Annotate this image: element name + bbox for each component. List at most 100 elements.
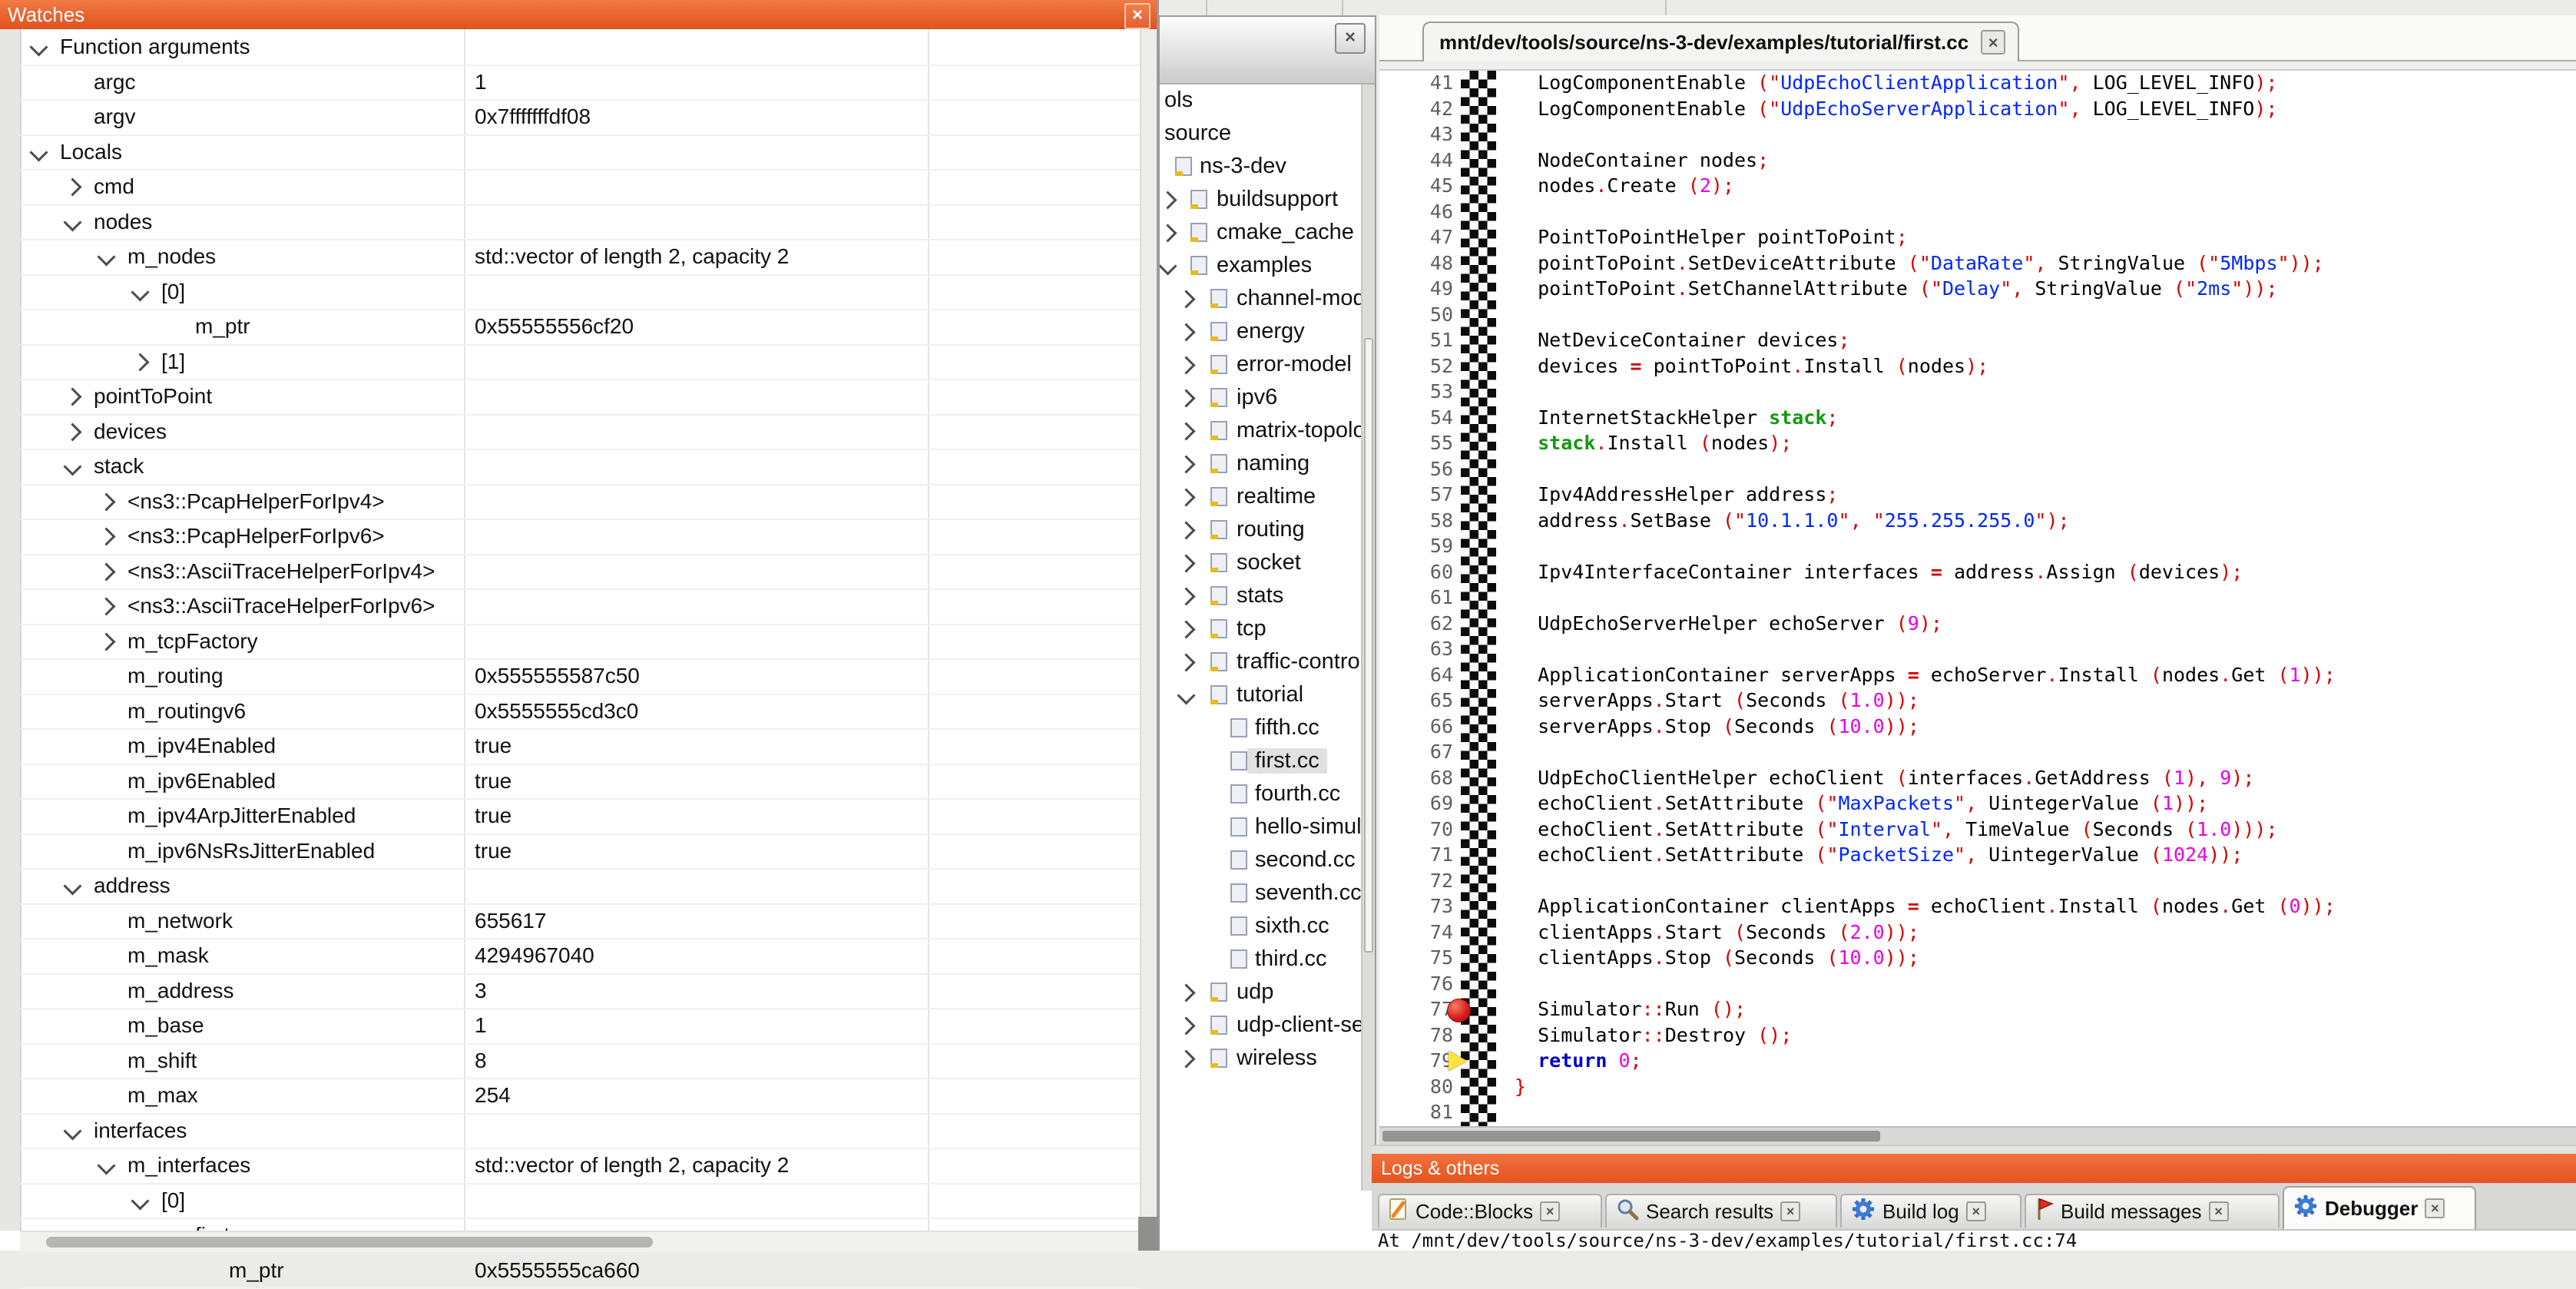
code-line[interactable]: 74 clientApps.Start (Seconds (2.0));: [1379, 920, 2576, 946]
code-line[interactable]: 42 LogComponentEnable ("UdpEchoServerApp…: [1379, 97, 2576, 123]
code-line[interactable]: 77 Simulator::Run ();: [1379, 997, 2576, 1023]
code-line[interactable]: 76: [1379, 972, 2576, 998]
code-line[interactable]: 70 echoClient.SetAttribute ("Interval", …: [1379, 817, 2576, 843]
watch-row[interactable]: m_ipv6NsRsJitterEnabledtrue: [20, 835, 1141, 870]
project-tree-titlebar[interactable]: ×: [1160, 17, 1375, 84]
chevron-right-icon[interactable]: [1177, 653, 1195, 671]
code-line[interactable]: 43: [1379, 122, 2576, 148]
code-line[interactable]: 51 NetDeviceContainer devices;: [1379, 328, 2576, 354]
chevron-right-icon[interactable]: [1177, 587, 1195, 605]
watch-row[interactable]: m_shift8: [20, 1045, 1141, 1080]
scrollbar-thumb[interactable]: [1382, 1131, 1880, 1142]
watch-value[interactable]: true: [475, 804, 512, 828]
tree-item-folder[interactable]: source: [1160, 118, 1375, 151]
watch-row[interactable]: m_ptr0x5555555ca660: [20, 1254, 1141, 1289]
chevron-right-icon[interactable]: [1177, 389, 1195, 407]
watch-row[interactable]: pointToPoint: [20, 380, 1141, 416]
watch-row[interactable]: m_routing0x555555587c50: [20, 660, 1141, 695]
editor-horizontal-scrollbar[interactable]: [1379, 1126, 2576, 1146]
chevron-right-icon[interactable]: [1160, 191, 1177, 209]
chevron-right-icon[interactable]: [1177, 290, 1195, 308]
chevron-right-icon[interactable]: [63, 177, 81, 196]
chevron-right-icon[interactable]: [1177, 554, 1195, 572]
chevron-down-icon[interactable]: [63, 457, 81, 476]
watch-value[interactable]: std::vector of length 2, capacity 2: [475, 1153, 789, 1178]
code-line[interactable]: 62 UdpEchoServerHelper echoServer (9);: [1379, 611, 2576, 638]
watch-value[interactable]: 1: [475, 1013, 487, 1038]
code-line[interactable]: 80}: [1379, 1075, 2576, 1101]
close-icon[interactable]: ×: [2209, 1201, 2229, 1221]
code-line[interactable]: 46: [1379, 200, 2576, 226]
watch-row[interactable]: m_address3: [20, 975, 1141, 1010]
chevron-right-icon[interactable]: [1177, 488, 1195, 506]
watch-row[interactable]: <ns3::AsciiTraceHelperForIpv4>: [20, 555, 1141, 591]
chevron-down-icon[interactable]: [131, 283, 149, 301]
tree-item-file[interactable]: first.cc: [1160, 745, 1375, 778]
chevron-right-icon[interactable]: [1177, 620, 1195, 638]
watch-row[interactable]: Function arguments: [20, 31, 1141, 66]
chevron-down-icon[interactable]: [29, 38, 48, 56]
tree-item-folder[interactable]: socket: [1160, 547, 1375, 580]
code-line[interactable]: 41 LogComponentEnable ("UdpEchoClientApp…: [1379, 71, 2576, 97]
tree-item-folder[interactable]: ols: [1160, 84, 1375, 118]
watch-value[interactable]: true: [475, 769, 512, 794]
chevron-down-icon[interactable]: [131, 1191, 149, 1210]
tree-item-folder[interactable]: udp: [1160, 976, 1375, 1009]
watch-value[interactable]: 0x7fffffffdf08: [475, 104, 591, 129]
watch-row[interactable]: m_max254: [20, 1079, 1141, 1115]
code-line[interactable]: 50: [1379, 303, 2576, 329]
code-line[interactable]: 68 UdpEchoClientHelper echoClient (inter…: [1379, 766, 2576, 792]
tree-item-folder[interactable]: tcp: [1160, 613, 1375, 646]
tree-item-folder[interactable]: examples: [1160, 250, 1375, 283]
chevron-right-icon[interactable]: [1160, 224, 1177, 242]
code-line[interactable]: 65 serverApps.Start (Seconds (1.0));: [1379, 688, 2576, 714]
tree-item-folder[interactable]: traffic-control: [1160, 646, 1375, 679]
chevron-right-icon[interactable]: [97, 527, 115, 545]
tree-vertical-scrollbar[interactable]: [1361, 84, 1375, 1191]
watch-row[interactable]: m_mask4294967040: [20, 939, 1141, 975]
watches-vertical-scrollbar[interactable]: [1140, 29, 1157, 1231]
chevron-right-icon[interactable]: [97, 597, 115, 615]
watch-row[interactable]: <ns3::PcapHelperForIpv6>: [20, 520, 1141, 555]
logs-tab-code-blocks[interactable]: Code::Blocks×: [1378, 1194, 1602, 1228]
close-icon[interactable]: ×: [1540, 1201, 1560, 1221]
tree-item-folder[interactable]: matrix-topology: [1160, 415, 1375, 448]
code-line[interactable]: 61: [1379, 585, 2576, 611]
chevron-down-icon[interactable]: [1160, 257, 1177, 275]
code-area[interactable]: 41 LogComponentEnable ("UdpEchoClientApp…: [1379, 71, 2576, 1126]
tree-item-folder[interactable]: ipv6: [1160, 382, 1375, 415]
watch-row[interactable]: m_ptr0x55555556cf20: [20, 310, 1141, 346]
code-line[interactable]: 71 echoClient.SetAttribute ("PacketSize"…: [1379, 843, 2576, 869]
code-line[interactable]: 79 return 0;: [1379, 1049, 2576, 1075]
tree-item-folder[interactable]: stats: [1160, 580, 1375, 613]
tree-item-folder[interactable]: naming: [1160, 448, 1375, 481]
chevron-right-icon[interactable]: [131, 353, 149, 371]
watch-row[interactable]: cmd: [20, 171, 1141, 206]
code-line[interactable]: 67: [1379, 740, 2576, 766]
watch-row[interactable]: m_ipv4Enabledtrue: [20, 730, 1141, 765]
chevron-right-icon[interactable]: [63, 387, 81, 406]
tree-item-folder[interactable]: energy: [1160, 316, 1375, 349]
watch-row[interactable]: Locals: [20, 136, 1141, 171]
code-line[interactable]: 75 clientApps.Stop (Seconds (10.0));: [1379, 946, 2576, 972]
code-line[interactable]: 72: [1379, 869, 2576, 895]
tree-item-file[interactable]: hello-simulator.cc: [1160, 811, 1375, 844]
watch-value[interactable]: 8: [475, 1049, 487, 1073]
watch-value[interactable]: true: [475, 839, 512, 863]
logs-tab-build-messages[interactable]: Build messages×: [2025, 1194, 2280, 1228]
tree-item-folder[interactable]: error-model: [1160, 349, 1375, 382]
chevron-down-icon[interactable]: [63, 1122, 81, 1140]
tree-item-folder[interactable]: realtime: [1160, 481, 1375, 514]
code-line[interactable]: 60 Ipv4InterfaceContainer interfaces = a…: [1379, 560, 2576, 586]
breakpoint-icon[interactable]: [1447, 999, 1471, 1022]
editor-tab-first-cc[interactable]: mnt/dev/tools/source/ns-3-dev/examples/t…: [1422, 22, 2019, 61]
watches-titlebar[interactable]: Watches ×: [0, 0, 1157, 29]
chevron-right-icon[interactable]: [1177, 356, 1195, 374]
watch-value[interactable]: 655617: [475, 909, 546, 933]
code-line[interactable]: 55 stack.Install (nodes);: [1379, 431, 2576, 457]
close-icon[interactable]: ×: [1780, 1201, 1800, 1221]
scrollbar-thumb[interactable]: [46, 1237, 653, 1248]
watch-row[interactable]: m_base1: [20, 1009, 1141, 1045]
chevron-down-icon[interactable]: [97, 1156, 115, 1175]
code-line[interactable]: 45 nodes.Create (2);: [1379, 174, 2576, 200]
